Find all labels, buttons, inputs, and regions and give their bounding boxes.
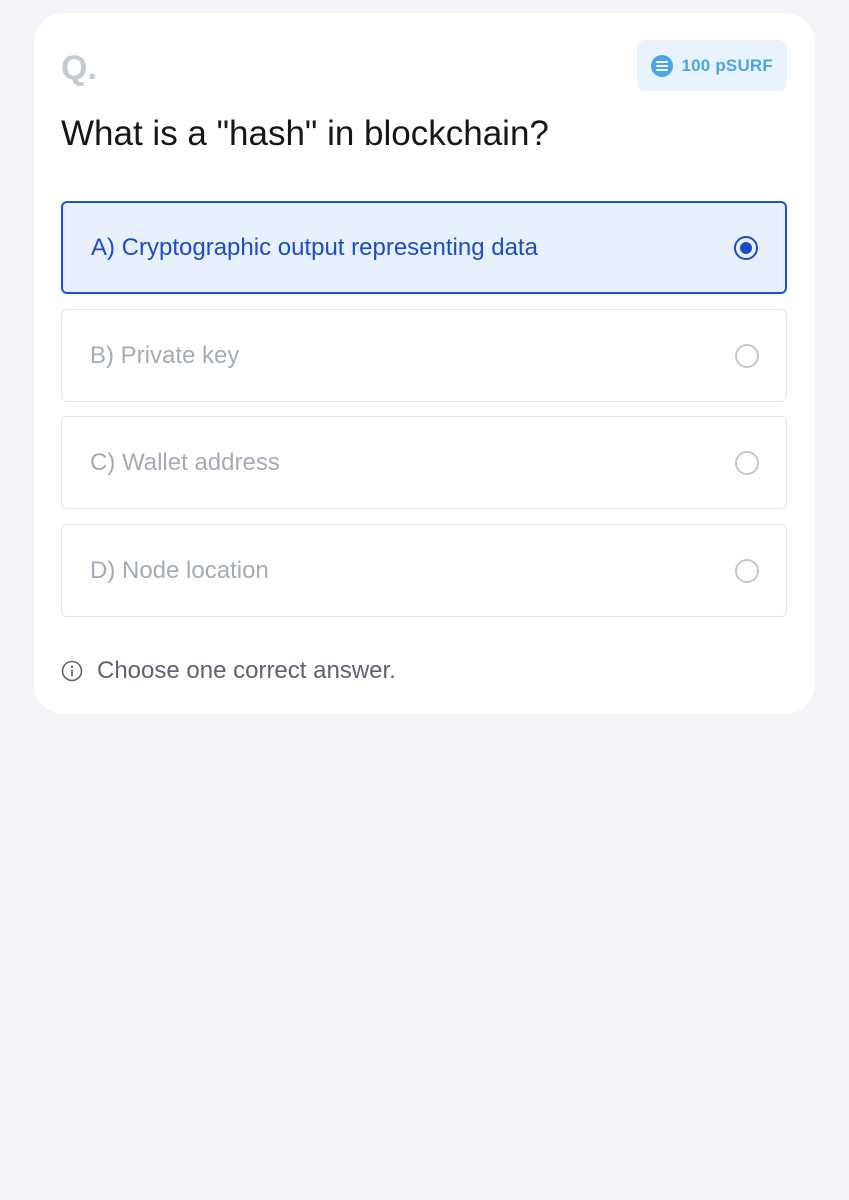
radio-unselected-icon[interactable] [735,450,759,475]
question-marker: Q. [61,49,97,87]
reward-amount: 100 pSURF [681,55,773,75]
radio-selected-icon[interactable] [734,235,758,260]
quiz-card: Q. 100 pSURF What is a "hash" in blockch… [34,13,815,714]
radio-dot [740,241,752,254]
option-label: B) Private key [90,341,240,369]
option-label: A) Cryptographic output representing dat… [91,233,538,261]
hint-text: Choose one correct answer. [97,657,396,684]
coin-icon [651,54,674,77]
option-label: D) Node location [90,556,269,584]
option-d[interactable]: D) Node location [61,524,787,617]
option-label: C) Wallet address [90,448,280,476]
question-text: What is a "hash" in blockchain? [61,114,549,153]
option-a[interactable]: A) Cryptographic output representing dat… [61,201,787,294]
option-b[interactable]: B) Private key [61,309,787,402]
info-icon [61,660,83,682]
radio-unselected-icon[interactable] [735,558,759,583]
option-c[interactable]: C) Wallet address [61,416,787,509]
reward-badge: 100 pSURF [637,40,787,91]
hint: Choose one correct answer. [61,657,396,685]
radio-unselected-icon[interactable] [735,343,759,368]
